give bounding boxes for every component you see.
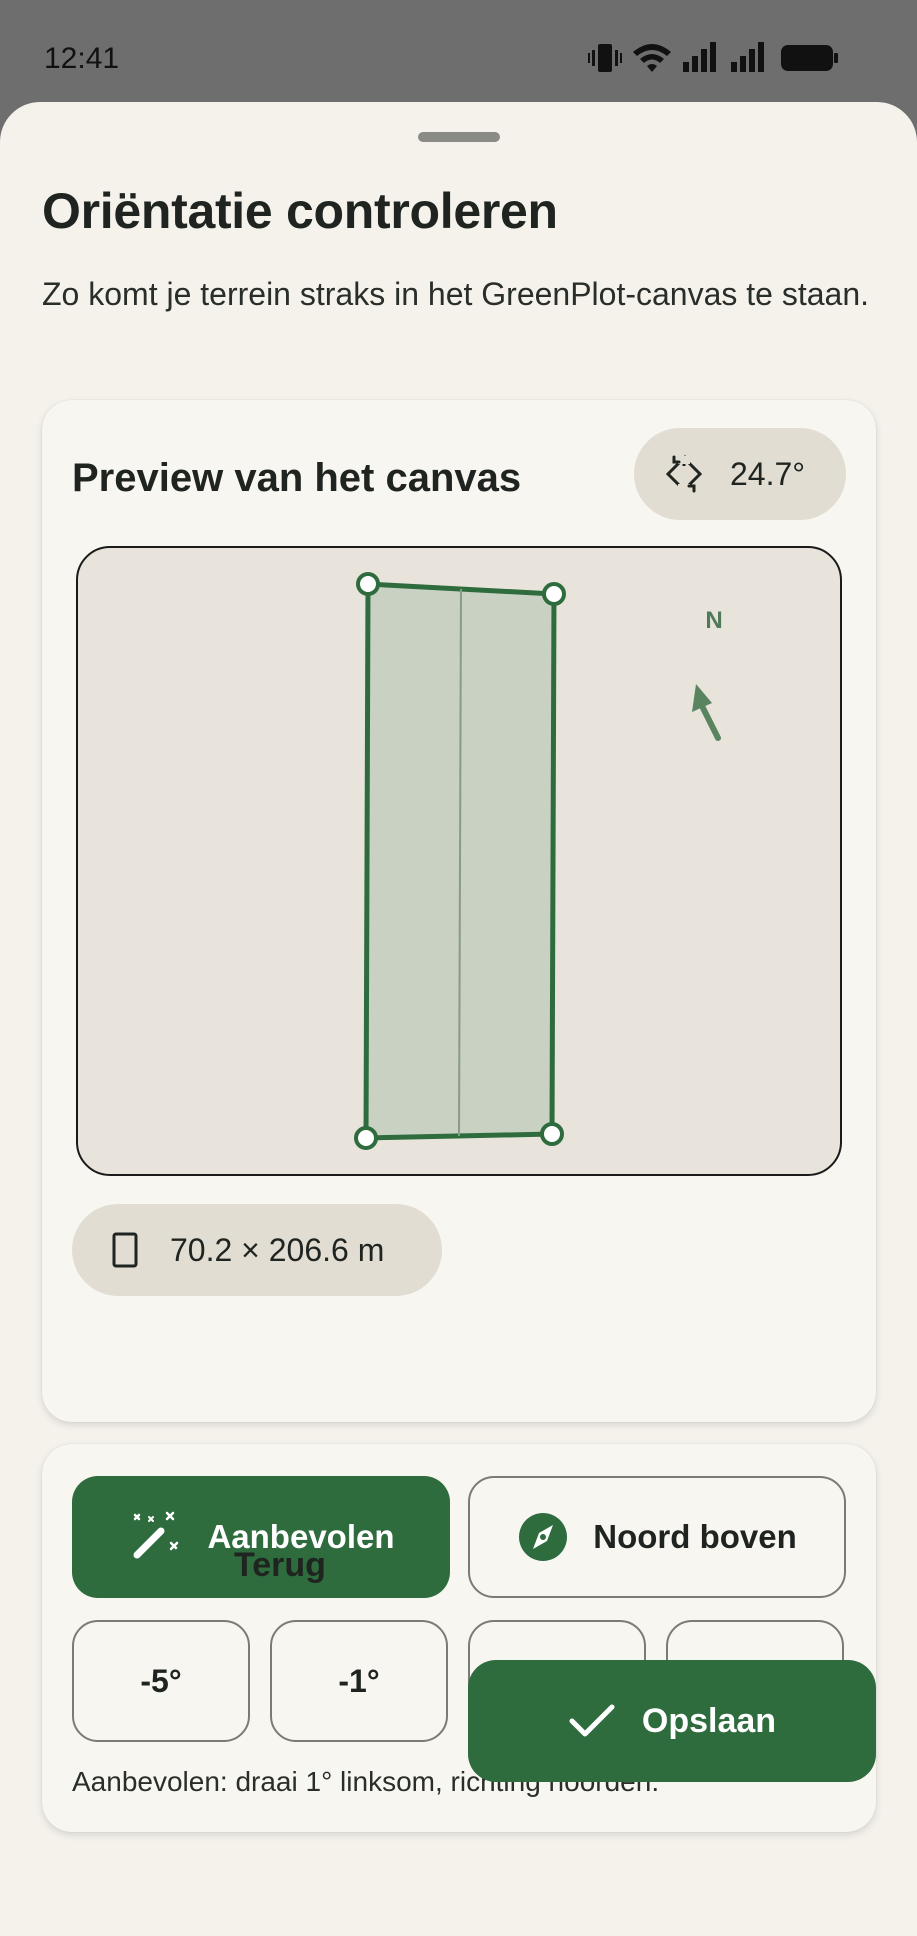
page-subtitle: Zo komt je terrein straks in het GreenPl… — [42, 276, 870, 312]
north-up-label: Noord boven — [593, 1518, 797, 1555]
back-button[interactable]: Terug — [160, 1520, 326, 1610]
status-time: 12:41 — [44, 42, 120, 75]
rotation-value: 24.7° — [730, 456, 806, 492]
preview-title: Preview van het canvas — [72, 456, 522, 500]
signal-icon — [731, 42, 764, 72]
plot-vertex-handle[interactable] — [354, 1126, 378, 1150]
page-title: Oriëntatie controleren — [42, 183, 558, 239]
north-up-button[interactable]: Noord boven — [468, 1476, 846, 1598]
compass-icon — [517, 1511, 569, 1563]
signal-icon — [683, 42, 716, 72]
canvas-preview[interactable]: N — [76, 546, 842, 1176]
save-label: Opslaan — [641, 1701, 777, 1740]
dimension-chip: 70.2 × 206.6 m — [72, 1204, 442, 1296]
wifi-icon — [633, 44, 671, 72]
plot-vertex-handle[interactable] — [356, 572, 380, 596]
status-bar: 12:41 — [0, 0, 917, 110]
plot-vertex-handle[interactable] — [542, 582, 566, 606]
drag-handle[interactable] — [418, 132, 500, 142]
rotate-icon — [665, 454, 703, 493]
north-label: N — [705, 607, 722, 634]
check-icon — [568, 1701, 616, 1741]
rotate-minus-1-button[interactable]: -1° — [270, 1620, 448, 1742]
rotation-chip: 24.7° — [634, 428, 846, 520]
save-button[interactable]: Opslaan — [468, 1660, 876, 1782]
battery-icon — [781, 45, 838, 71]
vibrate-icon — [588, 44, 622, 72]
plot-vertex-handle[interactable] — [540, 1122, 564, 1146]
back-label: Terug — [234, 1545, 326, 1584]
arrow-left-icon — [160, 1545, 206, 1585]
dimension-value: 70.2 × 206.6 m — [170, 1232, 385, 1268]
preview-card: Preview van het canvas 24.7° N 70.2 × 20… — [42, 400, 876, 1422]
rotate-minus-5-button[interactable]: -5° — [72, 1620, 250, 1742]
north-arrow-icon — [692, 684, 721, 741]
rectangle-icon — [112, 1232, 138, 1268]
status-icons — [587, 40, 917, 80]
